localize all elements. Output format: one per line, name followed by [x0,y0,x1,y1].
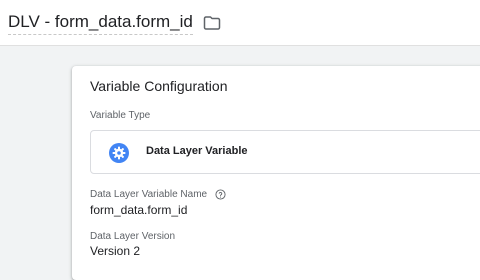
variable-type-name: Data Layer Variable [146,145,248,157]
variable-type-selector[interactable]: Data Layer Variable [90,130,480,174]
dlv-name-label-row: Data Layer Variable Name [90,189,226,200]
variable-title[interactable]: DLV - form_data.form_id [8,11,193,35]
card-title: Variable Configuration [90,78,228,94]
variable-configuration-card: Variable Configuration Variable Type Dat… [72,66,480,280]
dlv-name-value: form_data.form_id [90,203,188,217]
top-bar: DLV - form_data.form_id [0,0,480,46]
variable-type-label: Variable Type [90,110,151,121]
folder-icon[interactable] [203,14,221,32]
version-label: Data Layer Version [90,231,176,242]
version-value: Version 2 [90,244,141,258]
title-area: DLV - form_data.form_id [8,11,221,35]
gear-icon [109,143,129,163]
dlv-name-label: Data Layer Variable Name [90,189,208,201]
help-circle-icon[interactable] [215,189,226,200]
